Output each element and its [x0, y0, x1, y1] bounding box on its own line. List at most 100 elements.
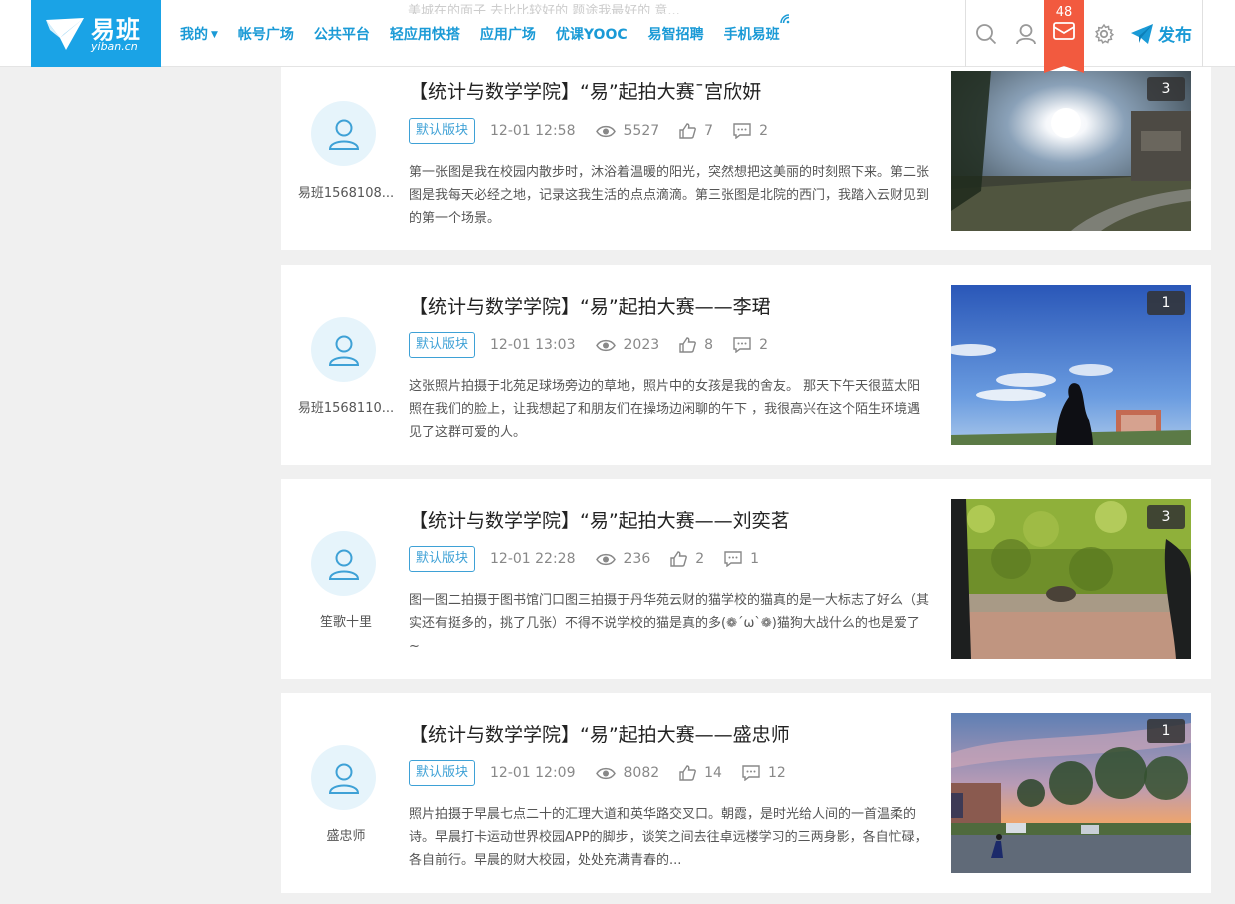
post-time: 12-01 12:58 [490, 123, 576, 139]
paper-plane-logo-icon [46, 18, 84, 50]
post-thumbnail[interactable]: 1 [951, 285, 1191, 445]
post-title[interactable]: 【统计与数学学院】“易”起拍大赛¯宫欣妍 [409, 77, 761, 104]
user-icon [328, 549, 359, 580]
settings-button[interactable] [1088, 0, 1120, 67]
user-icon [328, 119, 359, 150]
post-excerpt: 图一图二拍摄于图书馆门口图三拍摄于丹华苑云财的猫学校的猫真的是一大标志了好么（其… [409, 593, 929, 654]
nav-yooc[interactable]: 优课YOOC [556, 24, 628, 44]
mail-icon [1053, 22, 1075, 40]
view-count: 2023 [595, 337, 660, 353]
post-card[interactable]: 易班1568108... 【统计与数学学院】“易”起拍大赛¯宫欣妍 默认版块 1… [281, 67, 1211, 250]
author-name[interactable]: 笙歌十里 [281, 611, 411, 630]
author-name[interactable]: 盛忠师 [281, 825, 411, 844]
nav-light-app-builder[interactable]: 轻应用快搭 [390, 24, 460, 44]
view-count: 236 [595, 551, 651, 567]
view-count-value: 5527 [623, 123, 660, 139]
board-tag[interactable]: 默认版块 [409, 118, 476, 144]
profile-button[interactable] [1006, 0, 1046, 67]
author-name[interactable]: 易班1568110... [281, 397, 411, 416]
board-tag[interactable]: 默认版块 [409, 332, 476, 358]
comment-button[interactable]: 2 [733, 123, 768, 139]
publish-button[interactable]: 发布 [1130, 0, 1203, 67]
post-meta: 默认版块 12-01 12:09 8082 14 12 [409, 760, 786, 786]
post-card[interactable]: 易班1568110... 【统计与数学学院】“易”起拍大赛——李珺 默认版块 1… [281, 265, 1211, 465]
post-excerpt: 照片拍摄于早晨七点二十的汇理大道和英华路交叉口。朝霞，是时光给人间的一首温柔的诗… [409, 807, 928, 868]
post-meta: 默认版块 12-01 12:58 5527 7 2 [409, 118, 768, 144]
messages-button[interactable]: 48 [1044, 0, 1084, 73]
nav-recruitment[interactable]: 易智招聘 [648, 24, 704, 44]
post-title[interactable]: 【统计与数学学院】“易”起拍大赛——盛忠师 [409, 720, 790, 747]
comment-button[interactable]: 2 [733, 337, 768, 353]
nav-public-platform[interactable]: 公共平台 [314, 24, 370, 44]
image-count-badge: 1 [1147, 719, 1185, 743]
user-icon [1016, 23, 1036, 44]
like-button[interactable]: 14 [679, 765, 722, 781]
send-icon [1131, 23, 1153, 44]
like-count: 7 [704, 123, 714, 139]
author-name[interactable]: 易班1568108... [281, 182, 411, 201]
toolbar [965, 0, 1046, 67]
like-button[interactable]: 2 [670, 551, 704, 567]
post-time: 12-01 22:28 [490, 551, 576, 567]
board-tag[interactable]: 默认版块 [409, 546, 476, 572]
post-thumbnail[interactable]: 3 [951, 71, 1191, 231]
yiban-logo[interactable]: 易班 yiban.cn [31, 0, 161, 67]
comment-icon [733, 337, 751, 353]
view-count-value: 8082 [623, 765, 660, 781]
message-count: 48 [1055, 5, 1073, 20]
eye-icon [595, 767, 616, 779]
eye-icon [595, 339, 616, 351]
comment-count: 2 [759, 337, 768, 353]
avatar[interactable] [311, 101, 376, 166]
nav-mobile-label: 手机易班 [723, 26, 780, 43]
post-card[interactable]: 笙歌十里 【统计与数学学院】“易”起拍大赛——刘奕茗 默认版块 12-01 22… [281, 479, 1211, 679]
like-button[interactable]: 8 [679, 337, 713, 353]
post-thumbnail[interactable]: 1 [951, 713, 1191, 873]
comment-count: 2 [759, 123, 768, 139]
nav-mobile-yiban[interactable]: 手机易班 [723, 13, 789, 44]
scrolled-text-fragment: 美城在的面子 去比比较好的 题途我最好的 意... [408, 4, 680, 14]
gear-icon [1095, 23, 1115, 44]
board-tag[interactable]: 默认版块 [409, 760, 476, 786]
view-count: 8082 [595, 765, 660, 781]
like-count: 8 [704, 337, 714, 353]
view-count: 5527 [595, 123, 660, 139]
image-count-badge: 3 [1147, 77, 1185, 101]
user-icon [328, 763, 359, 794]
comment-count: 1 [750, 551, 760, 567]
post-time: 12-01 12:09 [490, 765, 576, 781]
avatar[interactable] [311, 531, 376, 596]
post-title[interactable]: 【统计与数学学院】“易”起拍大赛——李珺 [409, 292, 771, 319]
nav-app-square[interactable]: 应用广场 [480, 24, 536, 44]
like-button[interactable]: 7 [679, 123, 713, 139]
post-excerpt: 第一张图是我在校园内散步时，沐浴着温暖的阳光，突然想把这美丽的时刻照下来。第二张… [409, 165, 929, 226]
avatar[interactable] [311, 317, 376, 382]
thumbs-up-icon [679, 765, 697, 781]
comment-icon [733, 123, 751, 139]
like-count: 2 [695, 551, 705, 567]
image-count-badge: 3 [1147, 505, 1185, 529]
post-time: 12-01 13:03 [490, 337, 576, 353]
like-count: 14 [704, 765, 722, 781]
nav-my[interactable]: 我的 ▼ [180, 24, 218, 44]
comment-count: 12 [767, 765, 786, 781]
publish-label: 发布 [1158, 26, 1192, 46]
nav-my-label: 我的 [180, 26, 208, 43]
post-excerpt: 这张照片拍摄于北苑足球场旁边的草地，照片中的女孩是我的舍友。 那天下午天很蓝太阳… [409, 379, 921, 440]
view-count-value: 236 [623, 551, 651, 567]
view-count-value: 2023 [623, 337, 660, 353]
signal-icon [779, 13, 789, 23]
search-button[interactable] [966, 0, 1006, 67]
thumbs-up-icon [679, 123, 697, 139]
avatar[interactable] [311, 745, 376, 810]
search-icon [976, 23, 997, 44]
image-count-badge: 1 [1147, 291, 1185, 315]
nav-account-square[interactable]: 帐号广场 [238, 24, 294, 44]
post-title[interactable]: 【统计与数学学院】“易”起拍大赛——刘奕茗 [409, 506, 790, 533]
thumbs-up-icon [670, 551, 688, 567]
post-card[interactable]: 盛忠师 【统计与数学学院】“易”起拍大赛——盛忠师 默认版块 12-01 12:… [281, 693, 1211, 893]
post-thumbnail[interactable]: 3 [951, 499, 1191, 659]
comment-button[interactable]: 1 [724, 551, 759, 567]
caret-down-icon: ▼ [211, 29, 218, 40]
comment-button[interactable]: 12 [742, 765, 786, 781]
